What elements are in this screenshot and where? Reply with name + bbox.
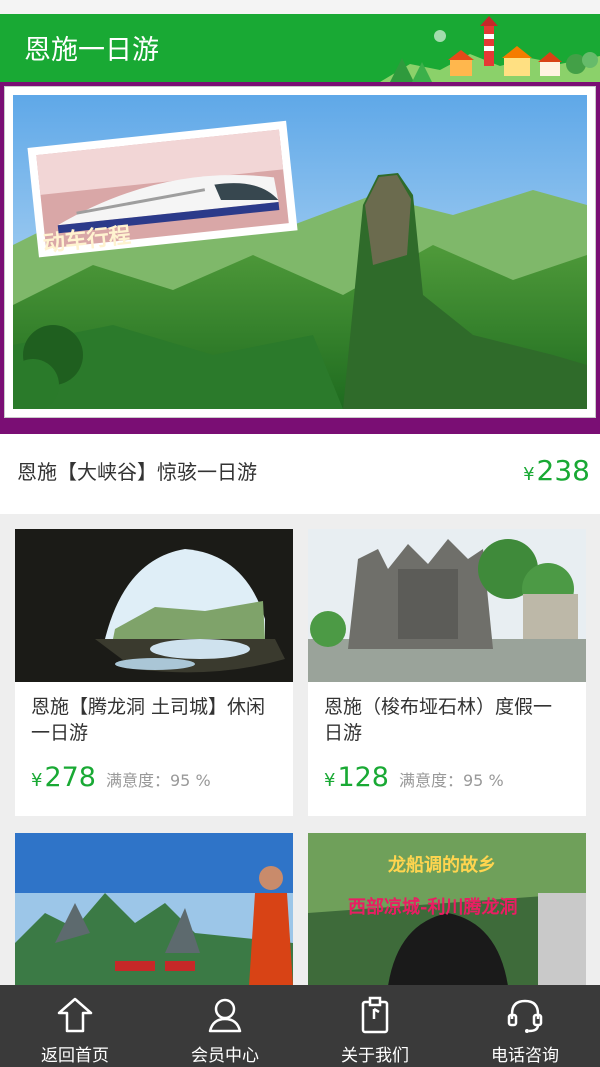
featured-name: 恩施【大峡谷】惊骇一日游 [17,460,257,484]
tour-photo-peaks-river [15,833,293,985]
tab-home[interactable]: 返回首页 [0,985,150,1067]
headset-icon [507,999,543,1033]
tab-member-center[interactable]: 会员中心 [150,985,300,1067]
satisfaction-rating: 满意度：95 % [106,771,211,790]
tour-name: 恩施（梭布垭石林）度假一日游 [324,696,553,744]
photo-caption-1: 龙船调的故乡 [388,854,496,876]
tab-label: 会员中心 [191,1046,259,1066]
tour-card[interactable]: 恩施（梭布垭石林）度假一日游 ¥128 满意度：95 % [308,529,586,816]
tab-label: 电话咨询 [491,1046,559,1066]
tour-photo-cave [15,529,293,682]
satisfaction-rating: 满意度：95 % [399,771,504,790]
tab-label: 关于我们 [341,1046,409,1066]
tab-label: 返回首页 [41,1046,109,1066]
page-title: 恩施一日游 [24,35,159,66]
tour-photo-stone-forest [308,529,586,682]
status-bar [0,0,600,14]
tour-card[interactable]: 龙船调的故乡 西部凉城-利川腾龙洞 [308,833,586,985]
home-icon [57,997,93,1033]
clipboard-icon [361,996,389,1034]
price-value: 128 [337,762,389,793]
featured-banner[interactable]: 动车行程 [0,82,600,434]
tour-card[interactable]: 恩施【腾龙洞 土司城】休闲一日游 ¥278 满意度：95 % [15,529,293,816]
user-icon [208,998,242,1033]
app-header: 恩施一日游 [0,14,600,82]
featured-price: ¥238 [523,454,590,487]
tour-card[interactable] [15,833,293,985]
price-value: 238 [536,454,590,487]
tab-about-us[interactable]: 关于我们 [300,985,450,1067]
currency-symbol: ¥ [523,464,535,485]
currency-symbol: ¥ [31,770,43,791]
tour-meta: ¥278 满意度：95 % [15,748,293,793]
header-decoration-image [380,16,600,82]
tour-name: 恩施【腾龙洞 土司城】休闲一日游 [31,696,266,744]
tour-meta: ¥128 满意度：95 % [308,748,586,793]
currency-symbol: ¥ [324,770,336,791]
featured-item[interactable]: 恩施【大峡谷】惊骇一日游 ¥238 [0,434,600,514]
tab-phone-consult[interactable]: 电话咨询 [450,985,600,1067]
photo-caption-2: 西部凉城-利川腾龙洞 [348,896,517,918]
banner-frame: 动车行程 [4,86,596,418]
price-value: 278 [44,762,96,793]
tour-photo-tenglong-cave: 龙船调的故乡 西部凉城-利川腾龙洞 [308,833,586,985]
banner-image: 动车行程 [13,95,587,409]
bottom-tab-bar: 返回首页 会员中心 关于我们 电话咨询 [0,985,600,1067]
